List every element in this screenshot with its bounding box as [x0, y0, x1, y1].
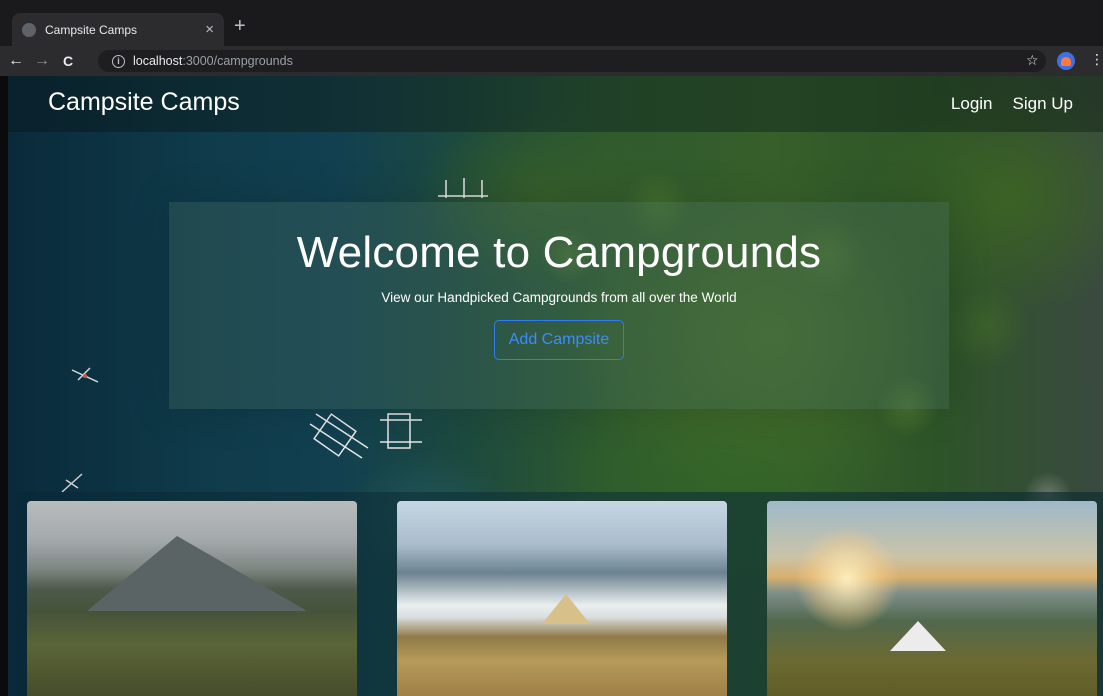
- close-icon[interactable]: ×: [205, 22, 214, 37]
- bookmark-star-icon[interactable]: ☆: [1026, 52, 1039, 69]
- signup-link[interactable]: Sign Up: [1013, 94, 1073, 114]
- dock-structure-icon: [438, 178, 488, 198]
- back-icon[interactable]: ←: [6, 52, 26, 70]
- login-link[interactable]: Login: [951, 94, 993, 114]
- url-host: localhost: [133, 54, 183, 68]
- reload-icon[interactable]: C: [58, 53, 78, 69]
- url-text: localhost:3000/campgrounds: [133, 54, 293, 68]
- hero-jumbotron: Welcome to Campgrounds View our Handpick…: [169, 202, 949, 409]
- url-path: :3000/campgrounds: [182, 54, 293, 68]
- info-icon[interactable]: i: [112, 54, 125, 68]
- outrigger-boat-icon: [309, 413, 369, 459]
- hero-subtitle: View our Handpicked Campgrounds from all…: [381, 290, 737, 305]
- browser-toolbar: ← → C i localhost:3000/campgrounds ☆ ⋮: [0, 46, 1103, 76]
- tent-shape: [542, 594, 590, 624]
- site-navbar: Campsite Camps Login Sign Up: [8, 76, 1103, 132]
- address-bar[interactable]: i localhost:3000/campgrounds: [98, 50, 1046, 72]
- add-campsite-button[interactable]: Add Campsite: [493, 320, 625, 360]
- tent-shape: [890, 621, 946, 651]
- campground-card-image[interactable]: [397, 501, 727, 696]
- hero-title: Welcome to Campgrounds: [296, 228, 822, 277]
- mountain-shape: [87, 536, 307, 611]
- forward-icon[interactable]: →: [32, 52, 52, 70]
- page-viewport: Campsite Camps Login Sign Up Welcome to …: [8, 76, 1103, 696]
- tab-title: Campsite Camps: [45, 22, 138, 37]
- small-boat-icon: [61, 473, 83, 493]
- campground-card-image[interactable]: [767, 501, 1097, 696]
- browser-tabstrip: Campsite Camps × +: [0, 0, 1103, 47]
- new-tab-button[interactable]: +: [234, 16, 246, 36]
- profile-avatar-icon[interactable]: [1057, 52, 1075, 70]
- browser-tab[interactable]: Campsite Camps ×: [12, 13, 224, 46]
- outrigger-boat-icon: [380, 413, 422, 449]
- nav-links: Login Sign Up: [951, 94, 1073, 114]
- small-boat-icon: [71, 367, 99, 383]
- campground-card-image[interactable]: [27, 501, 357, 696]
- favicon-icon: [22, 22, 36, 37]
- site-brand[interactable]: Campsite Camps: [48, 88, 240, 117]
- menu-kebab-icon[interactable]: ⋮: [1090, 51, 1103, 68]
